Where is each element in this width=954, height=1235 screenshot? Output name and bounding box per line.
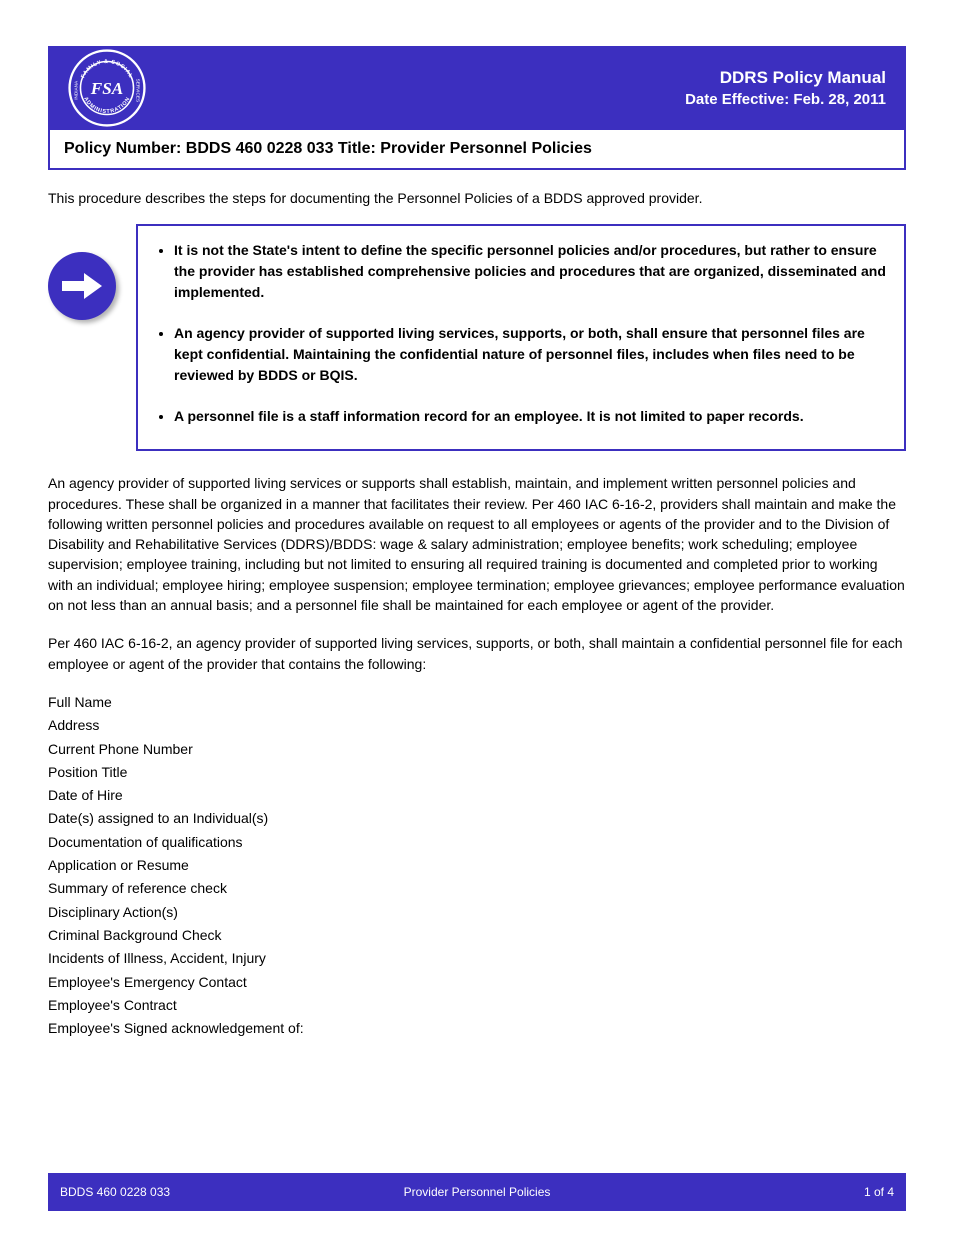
field-item: Full Name (48, 692, 906, 712)
svg-text:ADMINISTRATION: ADMINISTRATION (82, 96, 131, 115)
field-item: Employee's Contract (48, 995, 906, 1015)
footer-left: BDDS 460 0228 033 (60, 1185, 170, 1199)
content-area: This procedure describes the steps for d… (48, 170, 906, 1038)
footer-right: 1 of 4 (864, 1185, 894, 1199)
svg-text:INDIANA: INDIANA (73, 80, 78, 100)
field-item: Date of Hire (48, 785, 906, 805)
note-box: It is not the State's intent to define t… (136, 224, 906, 451)
field-list: Full Name Address Current Phone Number P… (48, 692, 906, 1038)
footer-center: Provider Personnel Policies (404, 1185, 551, 1199)
footer-bar: BDDS 460 0228 033 Provider Personnel Pol… (48, 1173, 906, 1211)
field-item: Current Phone Number (48, 739, 906, 759)
field-item: Address (48, 715, 906, 735)
sub-banner: Policy Number: BDDS 460 0228 033 Title: … (48, 130, 906, 170)
field-item: Employee's Signed acknowledgement of: (48, 1018, 906, 1038)
header-banner: FAMILY & SOCIAL ADMINISTRATION FSA INDIA… (48, 46, 906, 130)
fssa-seal-icon: FAMILY & SOCIAL ADMINISTRATION FSA INDIA… (68, 49, 146, 127)
field-item: Position Title (48, 762, 906, 782)
field-item: Employee's Emergency Contact (48, 972, 906, 992)
field-item: Summary of reference check (48, 878, 906, 898)
note-item: An agency provider of supported living s… (174, 323, 886, 386)
field-item: Criminal Background Check (48, 925, 906, 945)
field-item: Documentation of qualifications (48, 832, 906, 852)
note-item: It is not the State's intent to define t… (174, 240, 886, 303)
header-title: DDRS Policy Manual (146, 68, 886, 88)
body-paragraph: Per 460 IAC 6-16-2, an agency provider o… (48, 633, 906, 674)
field-item: Date(s) assigned to an Individual(s) (48, 808, 906, 828)
svg-text:FSA: FSA (90, 79, 123, 98)
svg-text:SERVICES: SERVICES (136, 79, 141, 102)
header-subtitle: Date Effective: Feb. 28, 2011 (146, 91, 886, 108)
note-item: A personnel file is a staff information … (174, 406, 886, 427)
arrow-right-icon (48, 252, 116, 320)
field-item: Incidents of Illness, Accident, Injury (48, 948, 906, 968)
field-item: Disciplinary Action(s) (48, 902, 906, 922)
intro-text: This procedure describes the steps for d… (48, 188, 906, 208)
svg-text:FAMILY & SOCIAL: FAMILY & SOCIAL (80, 59, 133, 79)
body-paragraph: An agency provider of supported living s… (48, 473, 906, 615)
field-item: Application or Resume (48, 855, 906, 875)
